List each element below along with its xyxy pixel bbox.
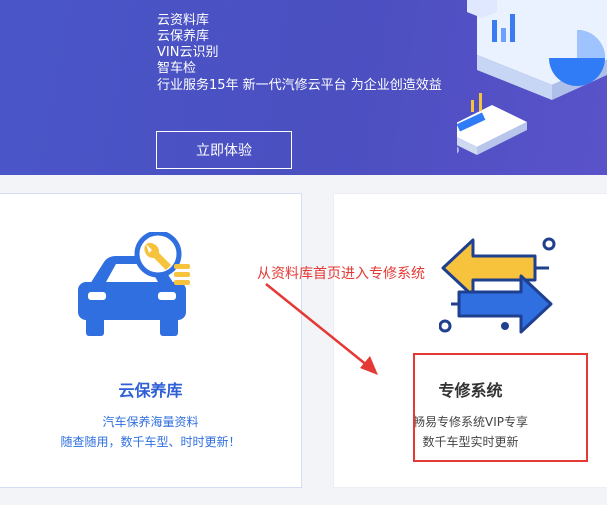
annotation-text: 从资料库首页进入专修系统 — [257, 266, 425, 282]
feature-item: 云保养库 — [157, 29, 210, 44]
feature-item: 云资料库 — [157, 13, 210, 28]
card-desc-line: 汽车保养海量资料 — [102, 415, 199, 429]
banner-slogan: 行业服务15年 新一代汽修云平台 为企业创造效益 — [157, 78, 442, 93]
card-desc-line: 数千车型实时更新 — [422, 435, 519, 449]
exchange-arrows-icon — [439, 237, 556, 334]
try-now-button[interactable]: 立即体验 — [156, 131, 292, 169]
card-desc-line: 随查随用，数千车型、时时更新！ — [60, 435, 241, 449]
card-title: 云保养库 — [118, 381, 183, 400]
feature-list: 云资料库 云保养库 VIN云识别 智车检 行业服务15年 新一代汽修云平台 为企… — [157, 13, 442, 94]
card-desc-line: 畅易专修系统VIP专享 — [413, 415, 528, 429]
hero-banner: 云资料库 云保养库 VIN云识别 智车检 行业服务15年 新一代汽修云平台 为企… — [0, 0, 607, 175]
card-description: 汽车保养海量资料 随查随用，数千车型、时时更新！ — [0, 412, 301, 452]
card-cloud-maintenance[interactable]: 云保养库 汽车保养海量资料 随查随用，数千车型、时时更新！ — [0, 193, 302, 488]
car-wrench-icon — [78, 232, 190, 336]
card-title: 专修系统 — [438, 381, 503, 400]
platform-illustration-icon — [457, 0, 607, 155]
card-description: 畅易专修系统VIP专享 数千车型实时更新 — [334, 412, 607, 452]
feature-item: 智车检 — [157, 61, 197, 76]
card-specialized-repair[interactable]: 专修系统 畅易专修系统VIP专享 数千车型实时更新 — [333, 193, 607, 488]
feature-item: VIN云识别 — [157, 45, 219, 60]
